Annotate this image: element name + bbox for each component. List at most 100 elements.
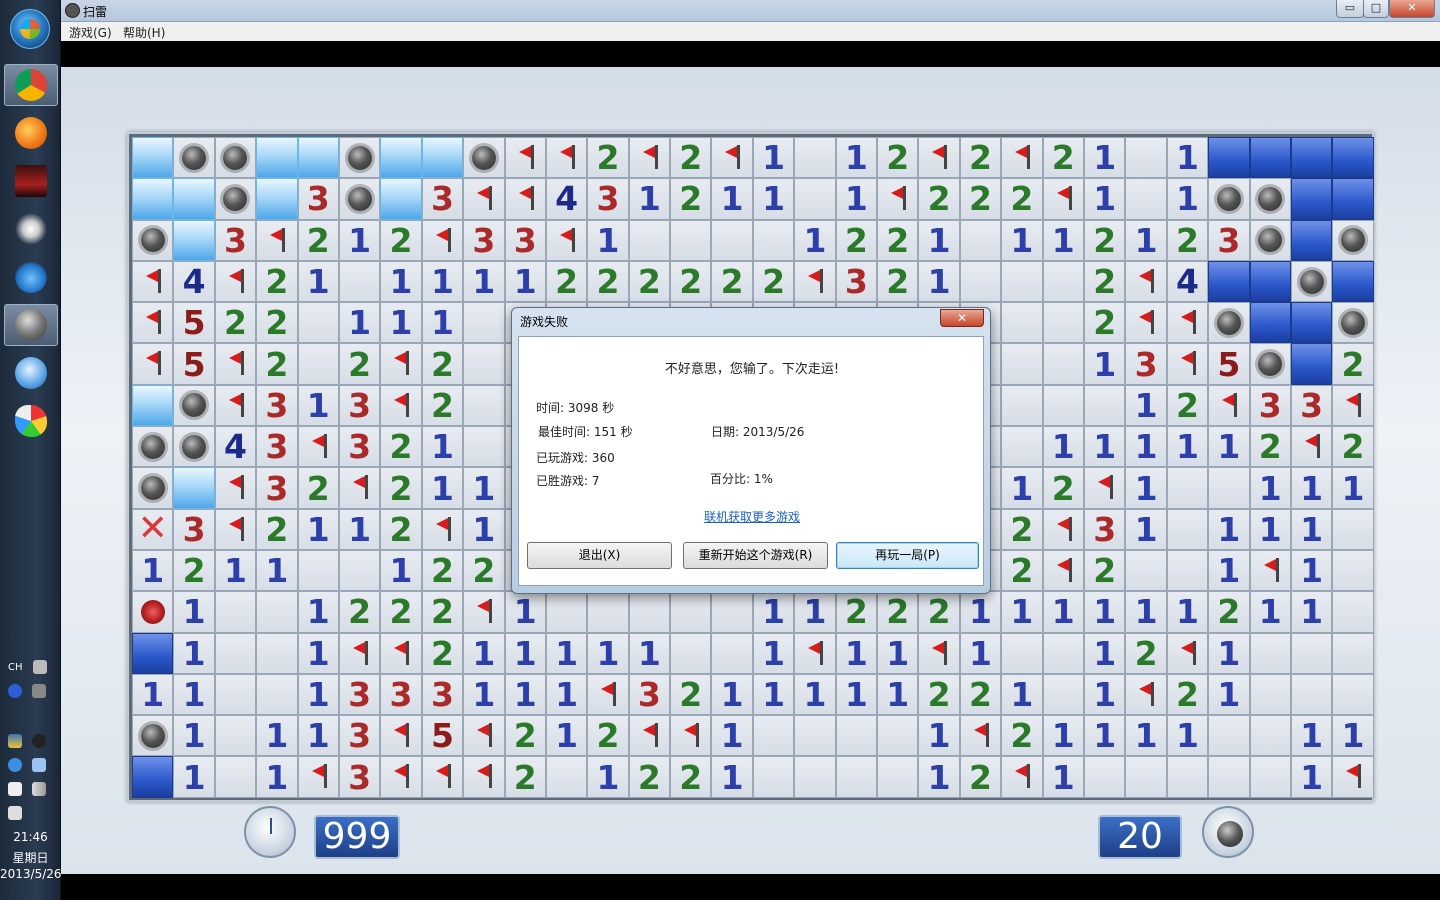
cell-empty[interactable]: [1001, 384, 1043, 427]
cell-number[interactable]: 2: [670, 178, 712, 220]
cell-empty[interactable]: [1332, 591, 1374, 633]
cell-flag-icon[interactable]: [1166, 343, 1209, 385]
cell-number[interactable]: 2: [877, 137, 919, 179]
cell-unopened-dark[interactable]: [1249, 260, 1291, 303]
cell-number[interactable]: 1: [1001, 467, 1043, 509]
cell-flag-icon[interactable]: [877, 178, 919, 220]
volume-icon[interactable]: [8, 806, 22, 820]
cell-number[interactable]: 2: [1166, 219, 1209, 261]
cell-number[interactable]: 2: [959, 756, 1002, 798]
cell-empty[interactable]: [1042, 632, 1084, 674]
cell-number[interactable]: 1: [794, 591, 836, 633]
cell-number[interactable]: 4: [214, 426, 257, 468]
minimize-button[interactable]: ▭: [1336, 0, 1364, 18]
cell-empty[interactable]: [214, 715, 257, 757]
cell-number[interactable]: 5: [173, 302, 215, 344]
cell-number[interactable]: 1: [835, 632, 878, 674]
cell-number[interactable]: 1: [1249, 467, 1291, 509]
restart-button[interactable]: 重新开始这个游戏(R): [683, 542, 828, 569]
cell-empty[interactable]: [297, 343, 339, 385]
cell-number[interactable]: 1: [504, 673, 546, 716]
cell-empty[interactable]: [1001, 426, 1043, 468]
cell-number[interactable]: 1: [421, 260, 464, 303]
cell-number[interactable]: 2: [173, 549, 215, 592]
cell-empty[interactable]: [1332, 549, 1374, 592]
signal-icon[interactable]: [32, 782, 46, 796]
cell-empty[interactable]: [1042, 343, 1084, 385]
cell-empty[interactable]: [794, 715, 836, 757]
cell-flag-icon[interactable]: [132, 302, 174, 344]
cell-number[interactable]: 2: [752, 260, 795, 303]
cell-flag-icon[interactable]: [256, 219, 298, 261]
cell-empty[interactable]: [338, 549, 381, 592]
cell-number[interactable]: 1: [587, 632, 629, 674]
cell-number[interactable]: 2: [711, 260, 753, 303]
cell-unopened-dark[interactable]: [1290, 302, 1333, 344]
cell-mine-icon[interactable]: [214, 178, 257, 220]
cell-number[interactable]: 5: [1208, 343, 1250, 385]
cell-number[interactable]: 1: [1001, 219, 1043, 261]
cell-number[interactable]: 1: [463, 673, 505, 716]
cell-empty[interactable]: [1208, 756, 1250, 798]
cell-number[interactable]: 1: [1001, 673, 1043, 716]
cell-number[interactable]: 2: [1001, 715, 1043, 757]
menu-game[interactable]: 游戏(G): [69, 24, 112, 41]
cell-number[interactable]: 1: [1166, 178, 1209, 220]
cell-number[interactable]: 2: [256, 508, 298, 550]
menu-help[interactable]: 帮助(H): [123, 24, 165, 41]
taskbar-paint[interactable]: [4, 400, 58, 442]
cell-empty[interactable]: [1125, 137, 1167, 179]
cell-empty[interactable]: [1249, 632, 1291, 674]
cell-flag-icon[interactable]: [380, 632, 422, 674]
cell-flag-icon[interactable]: [587, 673, 629, 716]
close-button[interactable]: ✕: [1389, 0, 1435, 18]
cell-number[interactable]: 1: [1290, 591, 1333, 633]
cell-flag-icon[interactable]: [380, 384, 422, 427]
cell-number[interactable]: 2: [587, 260, 629, 303]
cell-number[interactable]: 2: [670, 260, 712, 303]
cell-empty[interactable]: [752, 715, 795, 757]
cell-flag-icon[interactable]: [1332, 384, 1374, 427]
cell-mine-icon[interactable]: [1332, 302, 1374, 344]
cell-empty[interactable]: [1042, 302, 1084, 344]
cell-number[interactable]: 2: [587, 137, 629, 179]
cell-mine-icon[interactable]: [132, 426, 174, 468]
cell-flag-icon[interactable]: [918, 632, 960, 674]
help-icon[interactable]: [8, 684, 22, 698]
cell-number[interactable]: 1: [1042, 591, 1084, 633]
cell-flag-icon[interactable]: [1083, 467, 1126, 509]
cell-number[interactable]: 1: [711, 715, 753, 757]
cell-number[interactable]: 1: [338, 302, 381, 344]
cell-number[interactable]: 2: [959, 137, 1002, 179]
dialog-close-button[interactable]: ✕: [940, 309, 984, 327]
cell-number[interactable]: 1: [297, 260, 339, 303]
cell-number[interactable]: 2: [1166, 384, 1209, 427]
cell-empty[interactable]: [877, 715, 919, 757]
cell-number[interactable]: 1: [1166, 715, 1209, 757]
cell-empty[interactable]: [1083, 384, 1126, 427]
cell-flag-icon[interactable]: [214, 467, 257, 509]
cell-flag-icon[interactable]: [794, 260, 836, 303]
cell-number[interactable]: 1: [835, 137, 878, 179]
cell-unopened-dark[interactable]: [1249, 302, 1291, 344]
cell-mine-icon[interactable]: [1249, 343, 1291, 385]
cell-number[interactable]: 1: [1083, 715, 1126, 757]
cell-number[interactable]: 3: [256, 426, 298, 468]
cell-number[interactable]: 1: [1125, 426, 1167, 468]
network-share-icon[interactable]: [32, 758, 46, 772]
cell-number[interactable]: 1: [1290, 756, 1333, 798]
cell-mine-icon[interactable]: [1332, 219, 1374, 261]
cell-number[interactable]: 2: [1332, 343, 1374, 385]
cell-number[interactable]: 1: [1208, 673, 1250, 716]
cell-number[interactable]: 1: [1166, 137, 1209, 179]
cell-number[interactable]: 2: [1042, 467, 1084, 509]
cell-number[interactable]: 1: [338, 508, 381, 550]
cell-number[interactable]: 2: [380, 467, 422, 509]
cell-empty[interactable]: [1042, 260, 1084, 303]
cell-empty[interactable]: [1042, 384, 1084, 427]
cell-number[interactable]: 1: [1083, 673, 1126, 716]
cell-unopened[interactable]: [173, 467, 215, 509]
cell-number[interactable]: 3: [1290, 384, 1333, 427]
cell-number[interactable]: 1: [1290, 549, 1333, 592]
cell-number[interactable]: 1: [380, 549, 422, 592]
